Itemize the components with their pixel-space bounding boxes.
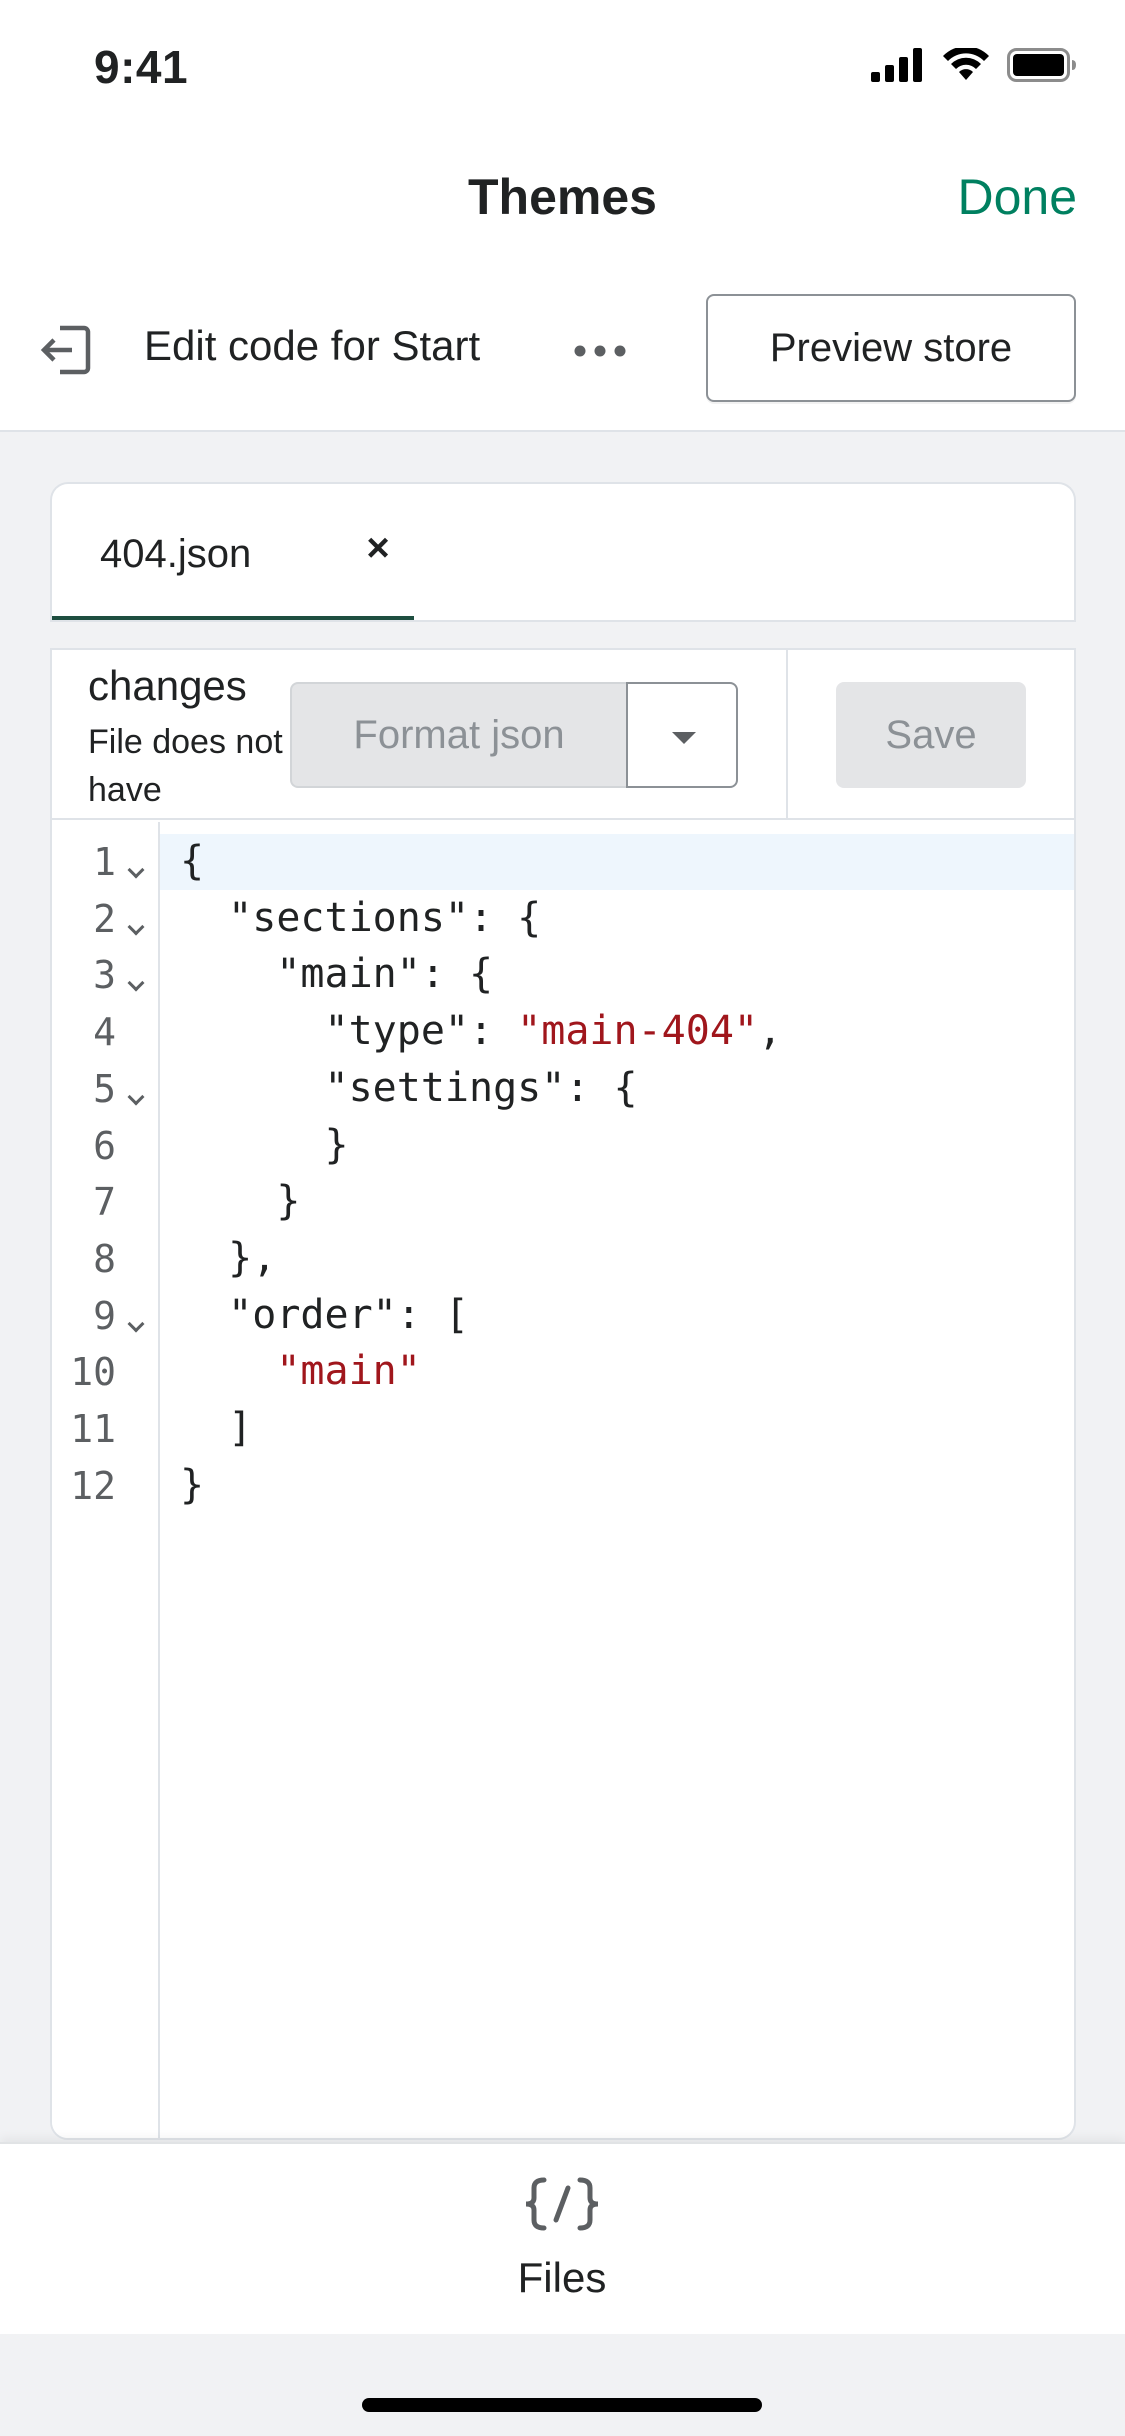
code-token: }	[180, 1178, 301, 1225]
active-line-highlight	[52, 834, 1074, 890]
line-number-text: 5	[93, 1066, 116, 1111]
toolbar-separator	[786, 650, 788, 820]
code-line[interactable]: "main"	[180, 1344, 421, 1400]
code-braces-icon	[525, 2177, 599, 2231]
code-token: "main": {	[180, 951, 494, 998]
nav-header: Themes Done	[0, 132, 1125, 268]
fold-chevron-icon[interactable]	[127, 861, 145, 879]
status-bar: 9:41	[0, 0, 1125, 132]
status-icons	[871, 48, 1077, 82]
code-line[interactable]: }	[180, 1118, 349, 1174]
line-number-text: 1	[93, 840, 116, 884]
battery-icon	[1007, 48, 1076, 82]
line-number-text: 12	[70, 1463, 116, 1508]
wifi-icon	[943, 48, 989, 80]
edit-code-label: Edit code for Start	[144, 322, 481, 369]
tab-label: 404.json	[100, 532, 252, 576]
format-json-button[interactable]: Format json	[290, 682, 626, 788]
line-number: 12	[52, 1458, 160, 1514]
code-token: }	[180, 1461, 205, 1508]
line-number-text: 3	[93, 953, 116, 998]
file-tabs: 404.json ×	[50, 482, 1076, 622]
line-number: 9	[52, 1288, 160, 1344]
home-area	[0, 2334, 1125, 2436]
code-token: ,	[757, 1008, 783, 1055]
status-time: 9:41	[94, 41, 189, 93]
code-string: "main-404"	[517, 1008, 758, 1055]
fold-chevron-icon[interactable]	[127, 974, 145, 992]
code-token: ]	[180, 1405, 253, 1451]
tabs-divider	[50, 620, 1076, 622]
done-button[interactable]: Done	[957, 168, 1077, 226]
editor-action-bar: changes File does not have Format json S…	[52, 650, 1074, 820]
cellular-signal-icon	[871, 48, 922, 82]
code-token: "settings": {	[180, 1064, 638, 1111]
save-button[interactable]: Save	[836, 682, 1026, 788]
code-line[interactable]: "type": "main-404",	[180, 1004, 782, 1060]
exit-icon[interactable]	[38, 322, 94, 378]
line-number-text: 9	[93, 1293, 116, 1338]
code-line[interactable]: }	[180, 1174, 300, 1230]
code-line[interactable]: ]	[180, 1401, 252, 1457]
code-line[interactable]: },	[180, 1231, 276, 1287]
code-token: }	[180, 1121, 349, 1168]
format-options-dropdown[interactable]	[626, 682, 738, 788]
files-button[interactable]: Files	[462, 2174, 662, 2324]
line-number: 3	[52, 947, 160, 1003]
more-horizontal-icon[interactable]	[570, 326, 630, 376]
changes-status-title: changes	[88, 662, 247, 709]
code-area[interactable]: 1 2 3 4 5 6 7 8 9 10 11 12 { "sections": { "main": …	[52, 822, 1074, 2138]
line-number: 8	[52, 1231, 160, 1287]
code-token: "type":	[180, 1008, 518, 1055]
code-string: "main"	[276, 1348, 421, 1395]
line-number-text: 7	[93, 1180, 116, 1225]
code-line[interactable]: {	[180, 834, 204, 890]
fold-chevron-icon[interactable]	[127, 1088, 145, 1106]
code-line[interactable]: "sections": {	[180, 891, 541, 947]
code-line[interactable]: }	[180, 1458, 204, 1514]
line-number-text: 8	[93, 1236, 116, 1281]
line-number-text: 4	[93, 1010, 116, 1055]
changes-status-text: File does not have	[88, 723, 283, 809]
tab-404-json[interactable]: 404.json ×	[52, 484, 414, 622]
fold-chevron-icon[interactable]	[127, 918, 145, 936]
close-icon[interactable]: ×	[358, 526, 398, 571]
preview-store-button[interactable]: Preview store	[706, 294, 1076, 402]
code-line[interactable]: "settings": {	[180, 1061, 638, 1117]
line-number-text: 6	[93, 1123, 116, 1168]
editor-top-toolbar: Edit code for Start Preview store	[0, 268, 1125, 432]
line-number: 2	[52, 891, 160, 947]
line-number: 1	[52, 834, 160, 890]
page-title: Themes	[468, 169, 657, 225]
line-number: 7	[52, 1174, 160, 1230]
line-number: 10	[52, 1344, 160, 1400]
line-number: 5	[52, 1061, 160, 1117]
code-editor: changes File does not have Format json S…	[50, 648, 1076, 2140]
line-number: 11	[52, 1401, 160, 1457]
code-token: "order": [	[180, 1291, 469, 1338]
home-indicator[interactable]	[362, 2398, 762, 2412]
line-number: 4	[52, 1004, 160, 1060]
line-number-text: 10	[70, 1350, 116, 1395]
line-number: 6	[52, 1118, 160, 1174]
code-line[interactable]: "order": [	[180, 1288, 469, 1344]
line-number-text: 2	[93, 896, 116, 941]
line-number-text: 11	[70, 1407, 116, 1451]
caret-down-icon	[672, 732, 696, 744]
bottom-nav: Files	[0, 2142, 1125, 2334]
code-token: },	[180, 1234, 277, 1281]
code-line[interactable]: "main": {	[180, 947, 493, 1003]
code-token: "sections": {	[180, 894, 542, 941]
fold-chevron-icon[interactable]	[127, 1315, 145, 1333]
files-label: Files	[517, 2254, 607, 2301]
code-token: {	[180, 838, 205, 884]
